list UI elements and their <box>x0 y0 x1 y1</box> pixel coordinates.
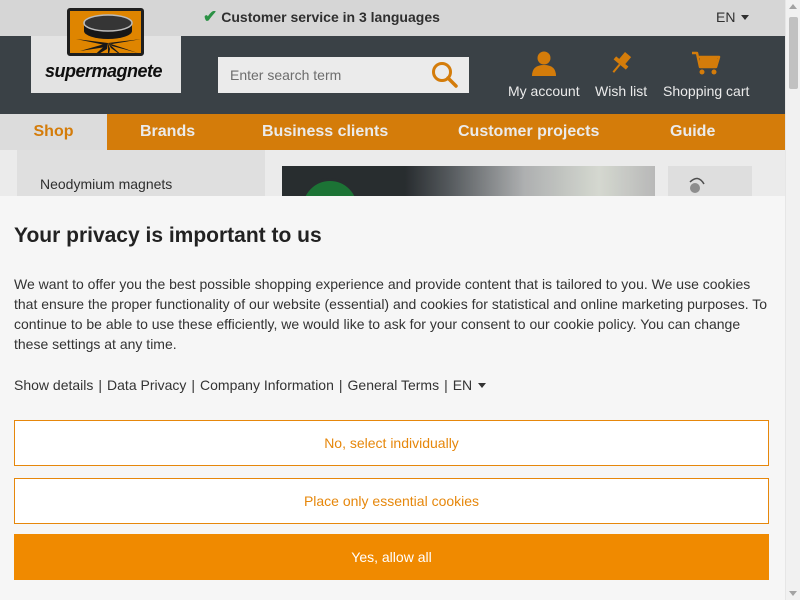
search-icon[interactable] <box>431 61 459 94</box>
essential-cookies-button[interactable]: Place only essential cookies <box>14 478 769 524</box>
scroll-down-icon[interactable] <box>789 591 797 596</box>
magnet-logo-icon <box>67 8 144 56</box>
allow-all-button[interactable]: Yes, allow all <box>14 534 769 580</box>
link-separator: | <box>444 377 448 393</box>
customer-service-note: ✔ Customer service in 3 languages <box>203 8 440 25</box>
link-separator: | <box>338 377 343 393</box>
link-separator: | <box>191 377 196 393</box>
search-box <box>218 57 469 93</box>
logo[interactable]: supermagnete <box>31 8 181 93</box>
search-input[interactable] <box>230 58 430 92</box>
sidebar-item-neodymium-magnets[interactable]: Neodymium magnets <box>40 176 172 192</box>
my-account-label: My account <box>508 83 580 99</box>
customer-service-text: Customer service in 3 languages <box>221 8 440 25</box>
main-nav: Shop Brands Business clients Customer pr… <box>0 114 785 150</box>
tab-customer-projects[interactable]: Customer projects <box>458 114 599 150</box>
my-account-link[interactable]: My account <box>508 50 580 99</box>
pin-icon <box>608 50 634 79</box>
user-icon <box>531 50 557 79</box>
chevron-down-icon <box>478 382 487 388</box>
dialog-links: Show details | Data Privacy | Company In… <box>14 377 487 393</box>
link-separator: | <box>98 377 103 393</box>
tab-guide[interactable]: Guide <box>670 114 715 150</box>
chevron-down-icon <box>741 14 750 20</box>
company-information-link[interactable]: Company Information <box>200 377 334 393</box>
wish-list-link[interactable]: Wish list <box>595 50 647 99</box>
cookie-consent-dialog: Your privacy is important to us We want … <box>0 196 785 600</box>
tab-shop[interactable]: Shop <box>0 114 107 150</box>
category-sidebar: Neodymium magnets <box>17 150 265 200</box>
tab-business-clients[interactable]: Business clients <box>262 114 388 150</box>
page-scrollbar[interactable] <box>785 0 800 600</box>
site-header: supermagnete My account <box>0 8 785 114</box>
scrollbar-thumb[interactable] <box>789 17 798 89</box>
language-selector[interactable]: EN <box>716 9 750 25</box>
dialog-language-label: EN <box>452 377 473 393</box>
dialog-title: Your privacy is important to us <box>14 224 322 247</box>
shopping-cart-label: Shopping cart <box>663 83 750 99</box>
promo-banner[interactable] <box>282 166 655 200</box>
select-individually-button[interactable]: No, select individually <box>14 420 769 466</box>
dialog-language-selector[interactable]: EN <box>452 377 487 393</box>
logo-text: supermagnete <box>45 61 163 81</box>
shopping-cart-link[interactable]: Shopping cart <box>663 50 749 99</box>
general-terms-link[interactable]: General Terms <box>348 377 440 393</box>
language-label: EN <box>716 9 736 25</box>
tab-brands[interactable]: Brands <box>140 114 195 150</box>
check-icon: ✔ <box>203 7 218 26</box>
product-teaser-image[interactable] <box>668 166 752 200</box>
dialog-description: We want to offer you the best possible s… <box>14 276 768 352</box>
cart-icon <box>691 50 721 79</box>
show-details-link[interactable]: Show details <box>14 377 93 393</box>
scroll-up-icon[interactable] <box>789 4 797 9</box>
data-privacy-link[interactable]: Data Privacy <box>107 377 186 393</box>
wish-list-label: Wish list <box>595 83 648 99</box>
